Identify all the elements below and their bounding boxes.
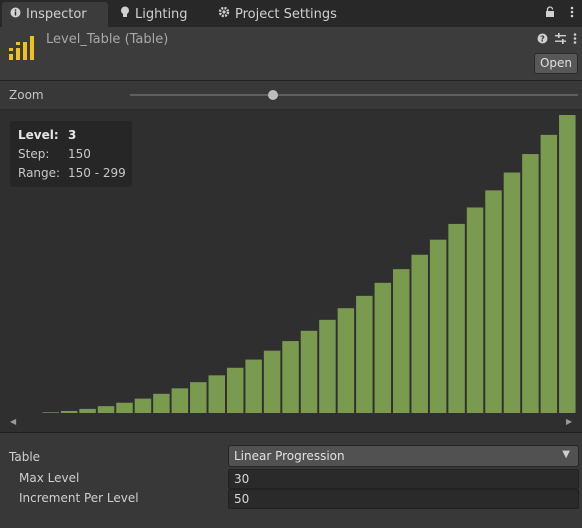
object-title: Level_Table (Table)	[46, 32, 169, 47]
table-type-dropdown[interactable]: Linear Progression ▼	[228, 445, 579, 467]
more-vertical-icon[interactable]	[570, 6, 574, 21]
level-bar[interactable]	[319, 319, 336, 413]
level-bar[interactable]	[190, 382, 207, 413]
level-info-tooltip: Level: 3 Step: 150 Range: 150 - 299	[10, 121, 132, 187]
level-bar[interactable]	[448, 223, 465, 413]
level-bar[interactable]	[429, 239, 447, 413]
level-graph[interactable]: Level: 3 Step: 150 Range: 150 - 299 ◀ ▶	[0, 110, 582, 433]
level-value: 3	[68, 128, 77, 142]
level-bar[interactable]	[263, 350, 281, 413]
tab-label: Lighting	[135, 7, 188, 22]
level-bar[interactable]	[79, 408, 96, 413]
step-key: Step:	[18, 147, 50, 161]
tab-lighting[interactable]: Lighting	[112, 2, 188, 27]
level-bar[interactable]	[393, 269, 410, 413]
level-bar[interactable]	[171, 388, 189, 413]
zoom-slider-handle[interactable]	[268, 90, 279, 100]
range-value: 150 - 299	[68, 166, 126, 180]
level-bar[interactable]	[60, 410, 78, 413]
level-bar[interactable]	[356, 295, 373, 413]
zoom-row: Zoom	[0, 81, 582, 110]
chevron-down-icon: ▼	[562, 449, 570, 460]
range-key: Range:	[18, 166, 61, 180]
level-bar[interactable]	[559, 115, 576, 413]
increment-per-level-field[interactable]: 50	[228, 489, 579, 509]
zoom-label: Zoom	[9, 88, 44, 102]
gear-icon	[218, 2, 230, 27]
level-bar[interactable]	[42, 412, 59, 413]
level-bar[interactable]	[97, 406, 115, 413]
increment-per-level-value: 50	[234, 492, 250, 506]
step-value: 150	[68, 147, 91, 161]
svg-text:?: ?	[540, 35, 545, 44]
level-bar[interactable]	[485, 190, 502, 413]
tab-label: Inspector	[26, 7, 87, 22]
scroll-right-icon[interactable]: ▶	[566, 417, 572, 426]
tab-inspector[interactable]: Inspector	[2, 2, 108, 27]
max-level-label: Max Level	[19, 471, 80, 485]
help-icon[interactable]: ?	[537, 33, 548, 47]
level-bar[interactable]	[282, 341, 299, 413]
level-table-icon	[8, 36, 36, 65]
lock-icon[interactable]	[545, 6, 555, 21]
level-bar[interactable]	[337, 308, 355, 413]
level-bar[interactable]	[153, 393, 170, 413]
table-properties: Table Linear Progression ▼ Max Level 30 …	[0, 433, 582, 528]
inspector-header: Level_Table (Table) ? Open	[0, 27, 582, 81]
level-bar[interactable]	[411, 254, 428, 413]
table-label: Table	[9, 450, 41, 464]
level-key: Level:	[18, 128, 59, 142]
scroll-left-icon[interactable]: ◀	[10, 417, 16, 426]
presets-icon[interactable]	[555, 33, 566, 47]
level-bar[interactable]	[116, 402, 133, 413]
increment-per-level-label: Increment Per Level	[19, 491, 139, 505]
max-level-field[interactable]: 30	[228, 469, 579, 489]
level-bar[interactable]	[208, 375, 226, 413]
tab-label: Project Settings	[235, 7, 337, 22]
info-icon	[10, 2, 21, 27]
level-bar[interactable]	[374, 282, 392, 413]
level-bar[interactable]	[300, 330, 318, 413]
level-bar[interactable]	[134, 398, 152, 413]
level-bar[interactable]	[540, 134, 558, 413]
level-bar[interactable]	[503, 172, 521, 413]
level-bar[interactable]	[226, 367, 244, 413]
table-type-value: Linear Progression	[234, 449, 345, 463]
zoom-slider-track[interactable]	[130, 94, 578, 96]
lightbulb-icon	[120, 2, 130, 27]
max-level-value: 30	[234, 472, 250, 486]
level-bar[interactable]	[522, 154, 539, 414]
more-vertical-icon[interactable]	[573, 33, 577, 47]
open-button[interactable]: Open	[534, 53, 578, 74]
level-bar[interactable]	[466, 207, 484, 413]
level-bar[interactable]	[245, 359, 262, 413]
tab-project-settings[interactable]: Project Settings	[210, 2, 337, 27]
tab-bar: Inspector Lighting Project Settings	[0, 0, 582, 27]
